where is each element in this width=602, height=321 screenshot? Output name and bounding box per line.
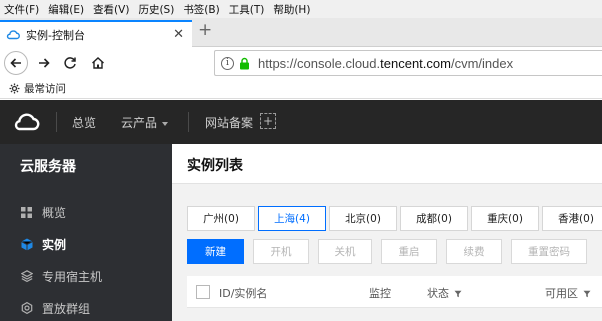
sidebar-item-instances[interactable]: 实例 [0, 228, 172, 260]
sidebar-item-overview[interactable]: 概览 [0, 196, 172, 228]
topbar-divider [56, 112, 57, 132]
forward-button[interactable] [32, 51, 56, 75]
menu-history[interactable]: 历史(S) [138, 2, 174, 17]
instance-table-header: ID/实例名 监控 状态 可用区 [187, 276, 602, 308]
select-all-checkbox[interactable] [196, 285, 210, 299]
browser-navbar: i https://console.cloud.tencent.com/cvm/… [0, 47, 602, 79]
main-content: 实例列表 广州(0) 上海(4) 北京(0) 成都(0) 重庆(0) 香港(0)… [172, 144, 602, 321]
region-tab-chongqing[interactable]: 重庆(0) [471, 206, 539, 231]
grid-icon [20, 206, 33, 219]
sidebar-item-placement-group[interactable]: 置放群组 [0, 292, 172, 321]
sidebar-item-label: 实例 [42, 237, 67, 252]
menu-help[interactable]: 帮助(H) [273, 2, 310, 17]
gear-icon [9, 83, 20, 94]
browser-tab[interactable]: 实例-控制台 ✕ [0, 20, 192, 48]
home-button[interactable] [86, 51, 110, 75]
page-title: 实例列表 [187, 158, 243, 174]
start-button[interactable]: 开机 [253, 239, 309, 264]
renew-button[interactable]: 续费 [446, 239, 502, 264]
browser-menubar: 文件(F) 编辑(E) 查看(V) 历史(S) 书签(B) 工具(T) 帮助(H… [0, 0, 602, 18]
filter-icon[interactable] [583, 290, 591, 298]
url-text: https://console.cloud.tencent.com/cvm/in… [258, 55, 514, 71]
reload-button[interactable] [58, 51, 82, 75]
column-monitor: 监控 [369, 287, 391, 300]
stop-button[interactable]: 关机 [318, 239, 372, 264]
close-icon[interactable]: ✕ [173, 27, 184, 42]
tab-title: 实例-控制台 [26, 29, 85, 42]
bookmarks-bar: 最常访问 [0, 79, 602, 99]
menu-file[interactable]: 文件(F) [4, 2, 39, 17]
region-tab-chengdu[interactable]: 成都(0) [400, 206, 468, 231]
url-bar[interactable]: i https://console.cloud.tencent.com/cvm/… [214, 50, 602, 76]
reset-password-button[interactable]: 重置密码 [511, 239, 587, 264]
topbar-divider [188, 112, 189, 132]
cloud-favicon-icon [6, 30, 20, 40]
region-tab-hongkong[interactable]: 香港(0) [542, 206, 602, 231]
home-icon [92, 57, 104, 69]
region-tabs: 广州(0) 上海(4) 北京(0) 成都(0) 重庆(0) 香港(0) [187, 206, 602, 231]
region-tab-shanghai[interactable]: 上海(4) [258, 206, 326, 231]
sidebar-item-label: 概览 [42, 205, 67, 220]
restart-button[interactable]: 重启 [381, 239, 437, 264]
region-tab-guangzhou[interactable]: 广州(0) [187, 206, 255, 231]
info-icon[interactable]: i [221, 56, 234, 70]
nav-overview[interactable]: 总览 [72, 114, 96, 131]
create-button[interactable]: 新建 [187, 239, 244, 264]
sidebar-item-dedicated-host[interactable]: 专用宿主机 [0, 260, 172, 292]
reload-icon [64, 57, 76, 69]
arrow-left-icon [10, 58, 21, 68]
menu-edit[interactable]: 编辑(E) [48, 2, 84, 17]
bookmark-most-visited[interactable]: 最常访问 [24, 81, 66, 96]
tab-strip: 实例-控制台 ✕ + [0, 18, 602, 48]
layers-icon [20, 270, 33, 283]
column-zone: 可用区 [545, 285, 591, 301]
menu-bookmarks[interactable]: 书签(B) [183, 2, 219, 17]
cube-icon [20, 238, 33, 251]
plus-icon[interactable]: + [260, 113, 276, 129]
region-tab-beijing[interactable]: 北京(0) [329, 206, 397, 231]
console-topbar: 总览 云产品 网站备案 + [0, 100, 602, 144]
action-toolbar: 新建 开机 关机 重启 续费 重置密码 [187, 239, 596, 264]
column-id-name: ID/实例名 [219, 287, 268, 300]
gear-icon [20, 302, 33, 315]
sidebar-item-label: 专用宿主机 [42, 269, 103, 284]
arrow-right-icon [39, 58, 50, 68]
nav-record[interactable]: 网站备案 [205, 114, 253, 131]
column-status: 状态 [427, 285, 462, 301]
menu-tools[interactable]: 工具(T) [229, 2, 265, 17]
tencent-cloud-logo-icon[interactable] [12, 111, 40, 133]
sidebar-title: 云服务器 [20, 159, 76, 175]
caret-down-icon [162, 121, 169, 126]
nav-products[interactable]: 云产品 [121, 114, 169, 131]
sidebar: 云服务器 概览 实例 专用宿主机 置放群组 [0, 144, 172, 321]
filter-icon[interactable] [454, 290, 462, 298]
back-button[interactable] [4, 51, 28, 75]
new-tab-icon[interactable]: + [198, 20, 212, 40]
sidebar-item-label: 置放群组 [42, 301, 91, 316]
menu-view[interactable]: 查看(V) [93, 2, 129, 17]
page-header: 实例列表 [172, 144, 602, 184]
lock-icon[interactable] [239, 57, 250, 70]
